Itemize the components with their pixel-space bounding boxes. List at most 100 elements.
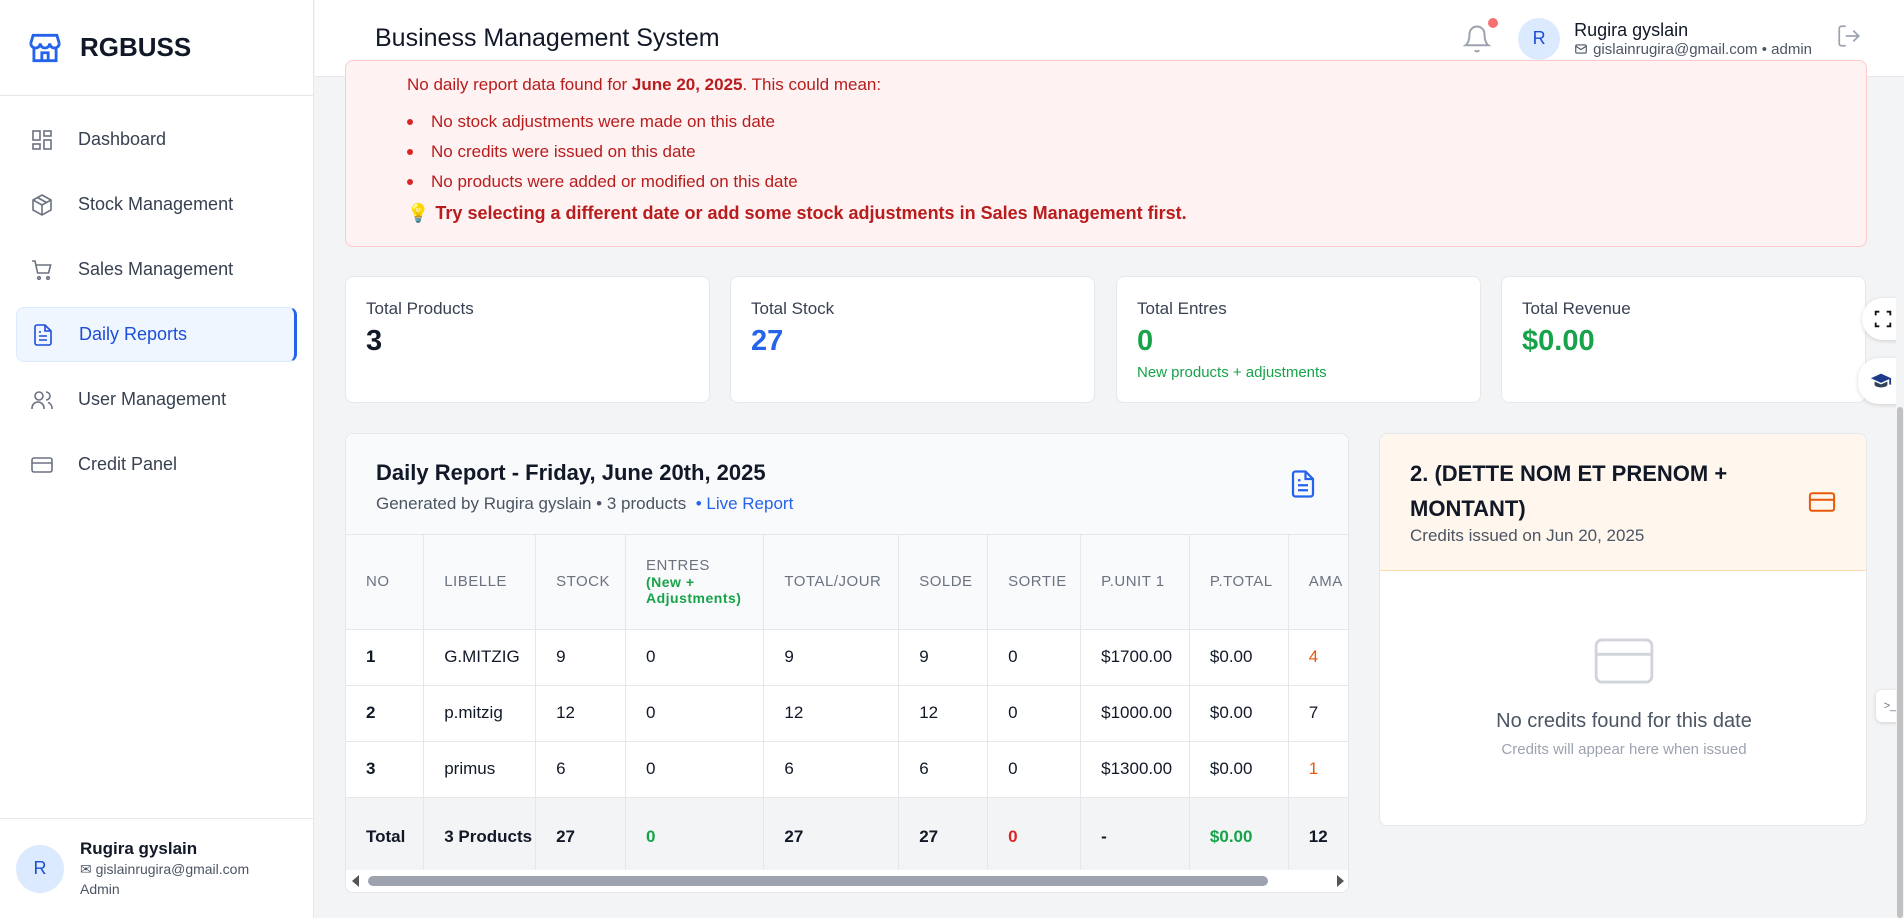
list-item: No credits were issued on this date (407, 137, 798, 167)
sidebar-item-label: Credit Panel (78, 454, 178, 474)
mail-icon: ✉ (80, 860, 92, 877)
logout-button[interactable] (1836, 23, 1904, 54)
table-cell: 0 (625, 685, 765, 742)
table-cell: 12 (535, 685, 626, 742)
export-report-button[interactable] (1288, 468, 1318, 505)
scroll-right-icon[interactable] (1337, 875, 1344, 887)
sidebar-item-label: Sales Management (78, 259, 234, 279)
table-cell: 6 (763, 741, 900, 798)
table-cell: 0 (625, 741, 765, 798)
credits-icon-button[interactable] (1808, 491, 1836, 518)
scroll-thumb[interactable] (368, 876, 1268, 886)
box-icon (32, 193, 52, 216)
sidebar-nav: Dashboard Stock Management Sales Managem… (0, 96, 313, 492)
notification-button[interactable] (1462, 17, 1499, 54)
table-cell: 3 (346, 741, 425, 798)
column-header-sub: (New + Adjustments) (646, 574, 742, 607)
report-title: Daily Report - Friday, June 20th, 2025 (376, 460, 766, 485)
alert-lead: No daily report data found for June 20, … (407, 75, 881, 95)
report-subtitle: Generated by Rugira gyslain • 3 products… (376, 494, 793, 514)
column-header-text: ENTRES (646, 557, 710, 575)
column-header-entres: ENTRES (New + Adjustments) (625, 535, 765, 630)
table-cell: 0 (987, 629, 1082, 686)
table-cell: 9 (763, 629, 900, 686)
stat-value: 0 (1137, 325, 1154, 357)
sidebar-item-stock-management[interactable]: Stock Management (16, 177, 297, 232)
report-table: NO LIBELLE STOCK ENTRES (New + Adjustment… (346, 535, 1348, 878)
table-cell: G.MITZIG (423, 629, 537, 686)
column-header: SOLDE (898, 535, 989, 630)
credits-header: 2. (DETTE NOM ET PRENOM + MONTANT) Credi… (1380, 434, 1866, 571)
no-data-alert: No daily report data found for June 20, … (345, 60, 1867, 247)
table-cell: 2 (346, 685, 425, 742)
user-email: gislainrugira@gmail.com • admin (1574, 41, 1812, 58)
sidebar-item-dashboard[interactable]: Dashboard (16, 112, 297, 167)
sidebar-item-user-management[interactable]: User Management (16, 372, 297, 427)
table-cell: 27 (898, 797, 989, 878)
table-cell: $1700.00 (1080, 629, 1190, 686)
table-cell: 9 (535, 629, 626, 686)
column-header: LIBELLE (423, 535, 537, 630)
table-cell: 0 (625, 797, 765, 878)
sidebar-user[interactable]: R Rugira gyslain ✉ gislainrugira@gmail.c… (0, 818, 314, 918)
column-header: P.UNIT 1 (1080, 535, 1190, 630)
table-cell: 12 (1288, 797, 1348, 878)
column-header: SORTIE (987, 535, 1082, 630)
table-horizontal-scrollbar[interactable] (346, 870, 1348, 892)
table-cell: $0.00 (1189, 797, 1289, 878)
report-header: Daily Report - Friday, June 20th, 2025 G… (346, 434, 1348, 535)
stat-card-total-stock: Total Stock 27 (730, 276, 1095, 403)
credits-panel: 2. (DETTE NOM ET PRENOM + MONTANT) Credi… (1379, 433, 1867, 826)
table-cell: 1 (1288, 741, 1348, 798)
live-report-link[interactable]: • Live Report (696, 494, 794, 513)
table-cell: primus (423, 741, 537, 798)
column-header: P.TOTAL (1189, 535, 1289, 630)
stat-label: Total Revenue (1522, 299, 1631, 318)
table-cell: 6 (898, 741, 989, 798)
brand[interactable]: RGBUSS (0, 0, 313, 96)
dashboard-icon (32, 129, 52, 150)
table-cell: Total (346, 797, 425, 878)
alert-lead-suffix: . This could mean: (742, 75, 882, 94)
table-cell: p.mitzig (423, 685, 537, 742)
mail-icon (1575, 44, 1587, 54)
user-role: • admin (1761, 40, 1812, 58)
sidebar-item-daily-reports[interactable]: Daily Reports (16, 307, 297, 362)
page-scrollbar[interactable] (1896, 77, 1904, 918)
table-cell: $0.00 (1189, 741, 1289, 798)
page-title: Business Management System (375, 23, 720, 52)
table-cell: 12 (898, 685, 989, 742)
header-user-info[interactable]: Rugira gyslain gislainrugira@gmail.com •… (1574, 20, 1812, 58)
table-row[interactable]: 3 primus 6 0 6 6 0 $1300.00 $0.00 1 (346, 741, 1348, 798)
sidebar-item-credit-panel[interactable]: Credit Panel (16, 437, 297, 492)
selection-icon (1874, 310, 1892, 328)
table-header-row: NO LIBELLE STOCK ENTRES (New + Adjustment… (346, 535, 1348, 630)
table-cell: 9 (898, 629, 989, 686)
user-role: Admin (80, 880, 120, 897)
table-row[interactable]: 1 G.MITZIG 9 0 9 9 0 $1700.00 $0.00 4 (346, 629, 1348, 686)
credit-card-icon (1808, 492, 1836, 512)
scroll-left-icon[interactable] (352, 875, 359, 887)
sidebar-item-sales-management[interactable]: Sales Management (16, 242, 297, 297)
empty-title: No credits found for this date (1496, 710, 1752, 732)
sidebar-item-label: Stock Management (78, 194, 234, 214)
table-cell: 6 (535, 741, 626, 798)
user-name: Rugira gyslain (1574, 19, 1689, 40)
table-cell: $0.00 (1189, 685, 1289, 742)
alert-lead-date: June 20, 2025 (631, 75, 743, 94)
stat-card-total-revenue: Total Revenue $0.00 (1501, 276, 1866, 403)
avatar[interactable]: R (1518, 17, 1561, 60)
table-cell: $1300.00 (1080, 741, 1190, 798)
table-row[interactable]: 2 p.mitzig 12 0 12 12 0 $1000.00 $0.00 7 (346, 685, 1348, 742)
sidebar-item-label: User Management (78, 389, 227, 409)
sidebar-item-label: Daily Reports (79, 324, 188, 344)
table-cell: 27 (535, 797, 626, 878)
lightbulb-icon: 💡 (407, 203, 430, 223)
page-scroll-thumb[interactable] (1897, 407, 1903, 918)
brand-name: RGBUSS (80, 32, 192, 62)
avatar: R (16, 844, 64, 893)
sidebar-user-info: Rugira gyslain ✉ gislainrugira@gmail.com… (80, 839, 249, 899)
user-email: ✉ gislainrugira@gmail.com (80, 859, 249, 879)
stat-value: $0.00 (1522, 325, 1595, 357)
stat-label: Total Products (366, 299, 474, 318)
